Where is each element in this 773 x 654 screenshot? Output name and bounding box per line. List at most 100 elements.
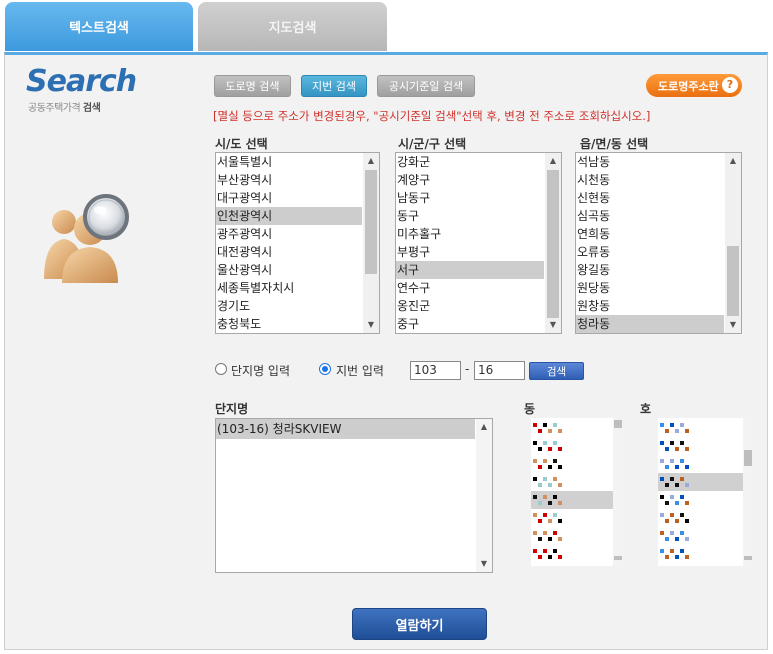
- sido-list-item[interactable]: 대구광역시: [216, 189, 362, 207]
- sigungu-list-item[interactable]: 중구: [396, 315, 544, 333]
- search-button[interactable]: 검색: [529, 362, 584, 380]
- pixel-block: [665, 447, 669, 451]
- road-search-button[interactable]: 도로명 검색: [214, 75, 291, 97]
- jibun-dash: -: [465, 362, 470, 376]
- sido-list-item[interactable]: 광주광역시: [216, 225, 362, 243]
- view-button[interactable]: 열람하기: [352, 608, 487, 640]
- dong-scrollbar[interactable]: ▲ ▼: [725, 153, 741, 333]
- dong-list-item[interactable]: 원창동: [576, 297, 724, 315]
- list-item[interactable]: [658, 419, 743, 437]
- sigungu-scrollbar[interactable]: ▲ ▼: [545, 153, 561, 333]
- scroll-down-icon[interactable]: [614, 556, 622, 560]
- list-item[interactable]: [658, 473, 743, 491]
- scroll-thumb[interactable]: [614, 420, 622, 428]
- sigungu-list-item[interactable]: 동구: [396, 207, 544, 225]
- dong-list-item[interactable]: 오류동: [576, 243, 724, 261]
- sigungu-list-item[interactable]: 옹진군: [396, 297, 544, 315]
- complex-list-item[interactable]: (103-16) 청라SKVIEW: [216, 419, 475, 439]
- jibun-search-button[interactable]: 지번 검색: [301, 75, 367, 97]
- scroll-thumb[interactable]: [744, 450, 752, 466]
- pixel-block: [548, 555, 552, 559]
- sido-scrollbar[interactable]: ▲ ▼: [363, 153, 379, 333]
- list-item[interactable]: [531, 473, 613, 491]
- scroll-up-icon[interactable]: ▲: [725, 153, 741, 169]
- list-item[interactable]: [531, 509, 613, 527]
- scroll-down-icon[interactable]: ▼: [545, 317, 561, 333]
- jibun-radio[interactable]: [319, 363, 331, 375]
- sigungu-list-item[interactable]: 부평구: [396, 243, 544, 261]
- list-item[interactable]: [658, 527, 743, 545]
- list-item[interactable]: [531, 527, 613, 545]
- scroll-thumb[interactable]: [727, 246, 739, 316]
- dong-list-item[interactable]: 왕길동: [576, 261, 724, 279]
- scroll-down-icon[interactable]: ▼: [476, 556, 492, 572]
- pixel-block: [685, 555, 689, 559]
- dong-list-item[interactable]: 심곡동: [576, 207, 724, 225]
- sigungu-list-item[interactable]: 남동구: [396, 189, 544, 207]
- dong-list-item[interactable]: 신현동: [576, 189, 724, 207]
- scroll-down-icon[interactable]: ▼: [725, 317, 741, 333]
- dong-list-item[interactable]: 시천동: [576, 171, 724, 189]
- list-item[interactable]: [531, 419, 613, 437]
- pixel-block: [553, 513, 557, 517]
- pixel-block: [553, 531, 557, 535]
- list-item[interactable]: [531, 455, 613, 473]
- complex-name-radio[interactable]: [215, 363, 227, 375]
- sido-list-item[interactable]: 세종특별자치시: [216, 279, 362, 297]
- list-item[interactable]: [531, 545, 613, 563]
- dong-list[interactable]: 석남동 시천동 신현동 심곡동 연희동 오류동 왕길동 원당동 원창동 청라동 ▲ ▼: [575, 152, 742, 334]
- unit-list[interactable]: [658, 418, 753, 566]
- scroll-down-icon[interactable]: [744, 556, 752, 560]
- sido-list-item[interactable]: 서울특별시: [216, 153, 362, 171]
- complex-scrollbar[interactable]: ▲ ▼: [476, 419, 492, 572]
- jibun-sub-input[interactable]: 16: [474, 361, 525, 380]
- unit-scrollbar[interactable]: [743, 418, 753, 566]
- pixel-block: [533, 549, 537, 553]
- road-address-button[interactable]: 도로명주소란 ?: [646, 74, 742, 97]
- scroll-up-icon[interactable]: ▲: [363, 153, 379, 169]
- list-item[interactable]: [658, 491, 743, 509]
- scroll-up-icon[interactable]: ▲: [545, 153, 561, 169]
- list-item[interactable]: [658, 437, 743, 455]
- sigungu-list-item[interactable]: 강화군: [396, 153, 544, 171]
- pixel-block: [670, 513, 674, 517]
- dong-list-item[interactable]: 원당동: [576, 279, 724, 297]
- scroll-up-icon[interactable]: ▲: [476, 419, 492, 435]
- list-item[interactable]: [658, 455, 743, 473]
- sido-list[interactable]: 서울특별시 부산광역시 대구광역시 인천광역시 광주광역시 대전광역시 울산광역시 세종특별자…: [215, 152, 380, 334]
- sido-list-item[interactable]: 울산광역시: [216, 261, 362, 279]
- pixel-block: [660, 549, 664, 553]
- jibun-main-input[interactable]: 103: [410, 361, 461, 380]
- list-item[interactable]: [658, 545, 743, 563]
- sido-list-item[interactable]: 대전광역시: [216, 243, 362, 261]
- sido-list-item[interactable]: 부산광역시: [216, 171, 362, 189]
- complex-list[interactable]: (103-16) 청라SKVIEW ▲ ▼: [215, 418, 493, 573]
- scroll-down-icon[interactable]: ▼: [363, 317, 379, 333]
- dong-list-item[interactable]: 석남동: [576, 153, 724, 171]
- sigungu-list-item[interactable]: 미추홀구: [396, 225, 544, 243]
- sigungu-list-item[interactable]: 계양구: [396, 171, 544, 189]
- pixel-block: [685, 447, 689, 451]
- list-item[interactable]: [531, 491, 613, 509]
- pixel-block: [548, 429, 552, 433]
- tab-text-search[interactable]: 텍스트검색: [5, 2, 193, 51]
- building-list[interactable]: [531, 418, 623, 566]
- tab-map-search[interactable]: 지도검색: [198, 2, 387, 51]
- dong-list-item[interactable]: 연희동: [576, 225, 724, 243]
- list-item[interactable]: [531, 437, 613, 455]
- sido-list-item[interactable]: 인천광역시: [216, 207, 362, 225]
- sigungu-list-item[interactable]: 서구: [396, 261, 544, 279]
- sido-list-item[interactable]: 경기도: [216, 297, 362, 315]
- pixel-block: [675, 465, 679, 469]
- sigungu-list[interactable]: 강화군 계양구 남동구 동구 미추홀구 부평구 서구 연수구 옹진군 중구 ▲ ▼: [395, 152, 562, 334]
- scroll-thumb[interactable]: [365, 170, 377, 274]
- sigungu-list-item[interactable]: 연수구: [396, 279, 544, 297]
- list-item[interactable]: [658, 509, 743, 527]
- sido-list-item[interactable]: 충청북도: [216, 315, 362, 333]
- notice-date-search-button[interactable]: 공시기준일 검색: [377, 75, 475, 97]
- dong-list-item[interactable]: 청라동: [576, 315, 724, 333]
- scroll-thumb[interactable]: [547, 170, 559, 318]
- pixel-block: [685, 537, 689, 541]
- building-scrollbar[interactable]: [613, 418, 623, 566]
- pixel-block: [533, 423, 537, 427]
